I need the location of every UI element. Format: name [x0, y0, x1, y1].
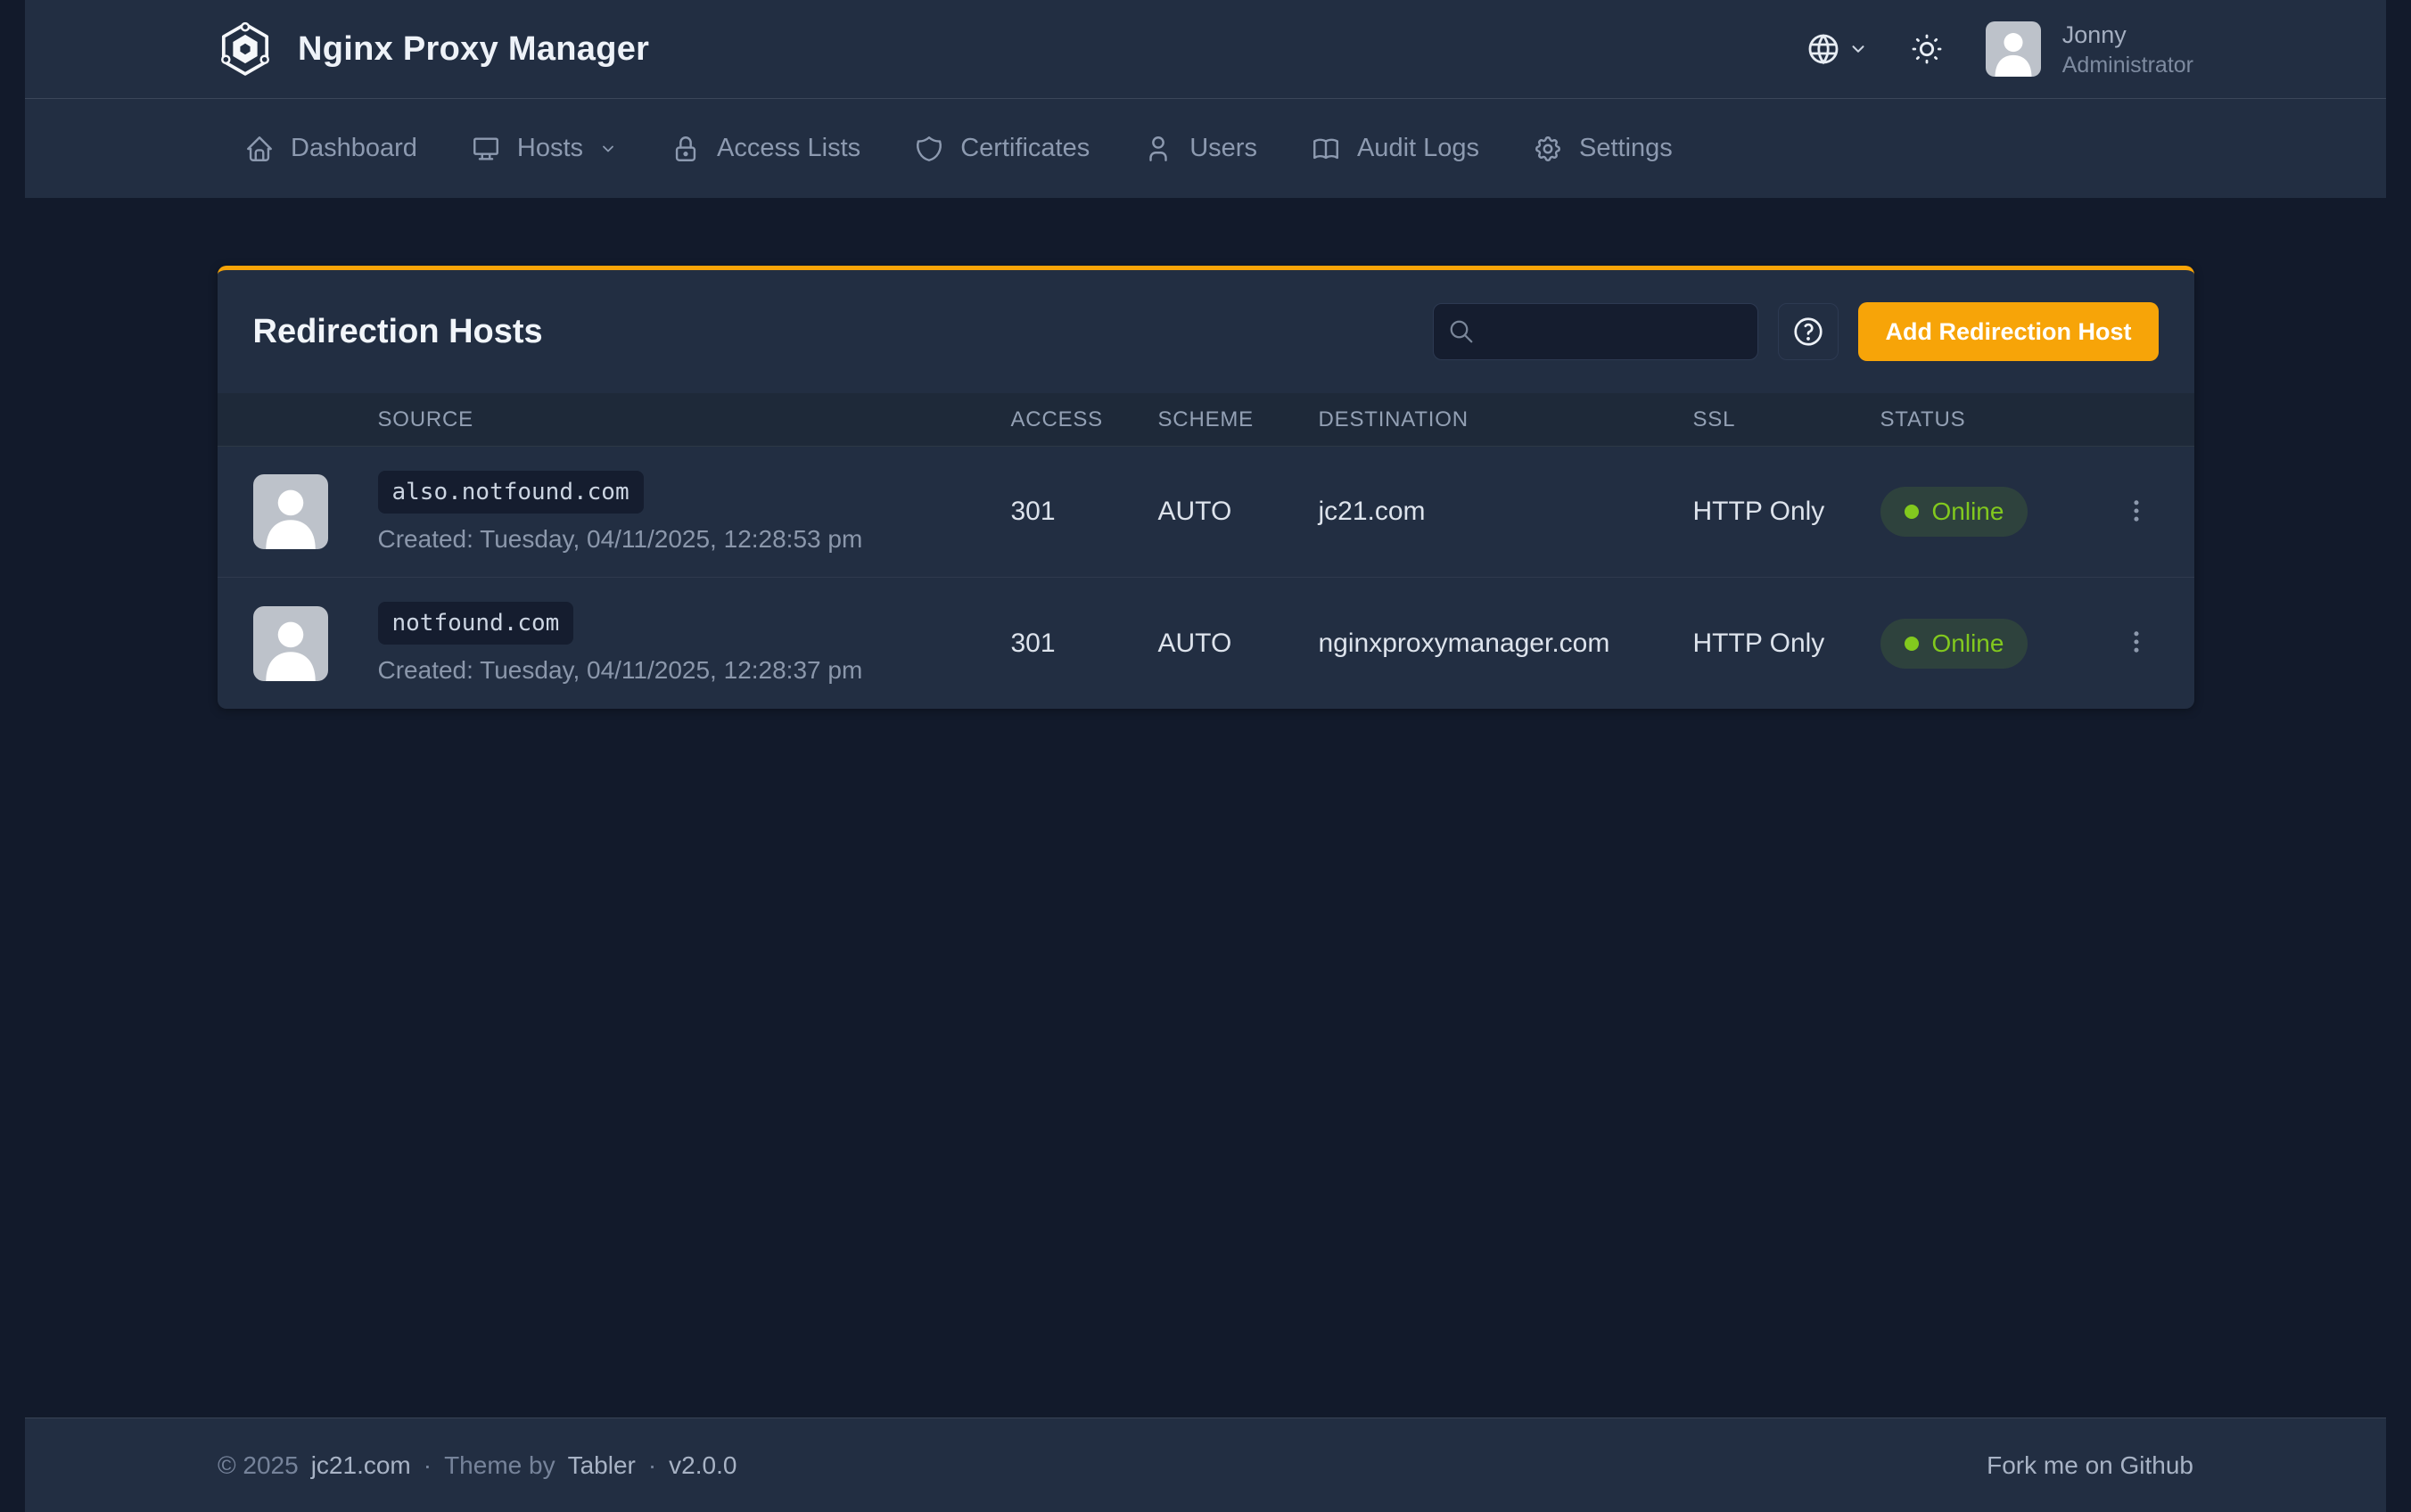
- jc21-link[interactable]: jc21.com: [311, 1451, 411, 1480]
- chevron-down-icon: [1848, 39, 1868, 59]
- nav-item-audit-logs[interactable]: Audit Logs: [1284, 99, 1506, 198]
- user-icon: [1143, 134, 1173, 164]
- nav-label: Users: [1189, 134, 1257, 163]
- footer: © 2025 jc21.com · Theme by Tabler · v2.0…: [25, 1418, 2386, 1512]
- header-actions: Jonny Administrator: [1806, 20, 2193, 78]
- home-icon: [244, 134, 275, 164]
- nav-item-settings[interactable]: Settings: [1506, 99, 1699, 198]
- access-cell: 301: [1011, 497, 1158, 527]
- user-role: Administrator: [2062, 52, 2193, 78]
- ssl-cell: HTTP Only: [1693, 497, 1880, 527]
- tabler-link[interactable]: Tabler: [568, 1451, 636, 1480]
- dots-vertical-icon: [2121, 496, 2152, 526]
- person-icon: [253, 606, 328, 681]
- access-cell: 301: [1011, 629, 1158, 659]
- nav-label: Settings: [1579, 134, 1673, 163]
- row-avatar: [253, 474, 328, 549]
- sun-icon: [1909, 31, 1945, 67]
- status-label: Online: [1932, 629, 2004, 658]
- redirection-hosts-card: Redirection Hosts: [218, 266, 2194, 709]
- npm-logo-icon: [218, 21, 273, 77]
- app-header: Nginx Proxy Manager: [218, 0, 2193, 98]
- nav-label: Audit Logs: [1357, 134, 1479, 163]
- nav-item-certificates[interactable]: Certificates: [887, 99, 1116, 198]
- copyright-text: © 2025: [218, 1451, 299, 1480]
- language-menu-button[interactable]: [1806, 31, 1868, 67]
- person-icon: [1986, 21, 2041, 77]
- source-domain: notfound.com: [378, 602, 574, 645]
- ssl-cell: HTTP Only: [1693, 629, 1880, 659]
- row-menu-button[interactable]: [2114, 620, 2159, 667]
- card-controls: Add Redirection Host: [1433, 302, 2158, 361]
- status-badge: Online: [1880, 487, 2028, 537]
- user-menu[interactable]: Jonny Administrator: [1986, 20, 2193, 78]
- scheme-cell: AUTO: [1158, 497, 1319, 527]
- footer-credits: © 2025 jc21.com · Theme by Tabler · v2.0…: [218, 1451, 736, 1480]
- theme-by-text: Theme by: [444, 1451, 555, 1480]
- nav-label: Certificates: [960, 134, 1090, 163]
- created-date: Created: Tuesday, 04/11/2025, 12:28:37 p…: [378, 656, 1011, 685]
- shield-icon: [914, 134, 944, 164]
- destination-cell: nginxproxymanager.com: [1319, 629, 1693, 659]
- status-dot: [1905, 505, 1919, 519]
- lock-icon: [671, 134, 701, 164]
- created-date: Created: Tuesday, 04/11/2025, 12:28:53 p…: [378, 525, 1011, 554]
- status-badge: Online: [1880, 619, 2028, 669]
- table-row: notfound.com Created: Tuesday, 04/11/202…: [218, 578, 2194, 709]
- main-content: Redirection Hosts: [0, 198, 2411, 1418]
- globe-icon: [1806, 31, 1841, 67]
- github-link[interactable]: Fork me on Github: [1987, 1451, 2193, 1480]
- page-title: Redirection Hosts: [253, 313, 543, 351]
- card-header: Redirection Hosts: [218, 270, 2194, 393]
- source-domain: also.notfound.com: [378, 471, 644, 514]
- col-header-access: ACCESS: [1011, 407, 1158, 432]
- table-header: SOURCE ACCESS SCHEME DESTINATION SSL STA…: [218, 393, 2194, 447]
- book-icon: [1311, 134, 1341, 164]
- search-input[interactable]: [1485, 318, 1743, 346]
- user-avatar: [1986, 21, 2041, 77]
- user-name: Jonny: [2062, 20, 2193, 51]
- top-band: Nginx Proxy Manager: [25, 0, 2386, 198]
- search-box: [1433, 303, 1758, 360]
- app-viewport: Nginx Proxy Manager: [0, 0, 2411, 1512]
- monitor-icon: [471, 134, 501, 164]
- nav-item-dashboard[interactable]: Dashboard: [218, 99, 444, 198]
- col-header-scheme: SCHEME: [1158, 407, 1319, 432]
- gear-icon: [1533, 134, 1563, 164]
- col-header-status: STATUS: [1880, 407, 2105, 432]
- chevron-down-icon: [599, 140, 617, 158]
- destination-cell: jc21.com: [1319, 497, 1693, 527]
- nav-item-users[interactable]: Users: [1116, 99, 1284, 198]
- main-nav: Dashboard Hosts Access Lists: [218, 99, 2193, 198]
- brand[interactable]: Nginx Proxy Manager: [218, 21, 649, 77]
- col-header-destination: DESTINATION: [1319, 407, 1693, 432]
- nav-label: Access Lists: [717, 134, 860, 163]
- help-button[interactable]: [1778, 303, 1839, 360]
- row-avatar: [253, 606, 328, 681]
- app-title: Nginx Proxy Manager: [298, 30, 649, 69]
- nav-item-hosts[interactable]: Hosts: [444, 99, 644, 198]
- separator: ·: [648, 1451, 656, 1480]
- table-row: also.notfound.com Created: Tuesday, 04/1…: [218, 447, 2194, 578]
- status-label: Online: [1932, 497, 2004, 526]
- search-icon: [1448, 318, 1475, 345]
- nav-label: Hosts: [517, 134, 583, 163]
- person-icon: [253, 474, 328, 549]
- user-info: Jonny Administrator: [2062, 20, 2193, 78]
- nav-label: Dashboard: [291, 134, 417, 163]
- help-icon: [1791, 315, 1825, 349]
- separator: ·: [424, 1451, 432, 1480]
- nav-item-access-lists[interactable]: Access Lists: [644, 99, 887, 198]
- status-dot: [1905, 637, 1919, 651]
- version-text: v2.0.0: [669, 1451, 736, 1480]
- row-menu-button[interactable]: [2114, 489, 2159, 536]
- dots-vertical-icon: [2121, 627, 2152, 657]
- add-redirection-host-button[interactable]: Add Redirection Host: [1858, 302, 2158, 361]
- scheme-cell: AUTO: [1158, 629, 1319, 659]
- col-header-source: SOURCE: [378, 407, 1011, 432]
- theme-toggle-button[interactable]: [1909, 31, 1945, 67]
- col-header-ssl: SSL: [1693, 407, 1880, 432]
